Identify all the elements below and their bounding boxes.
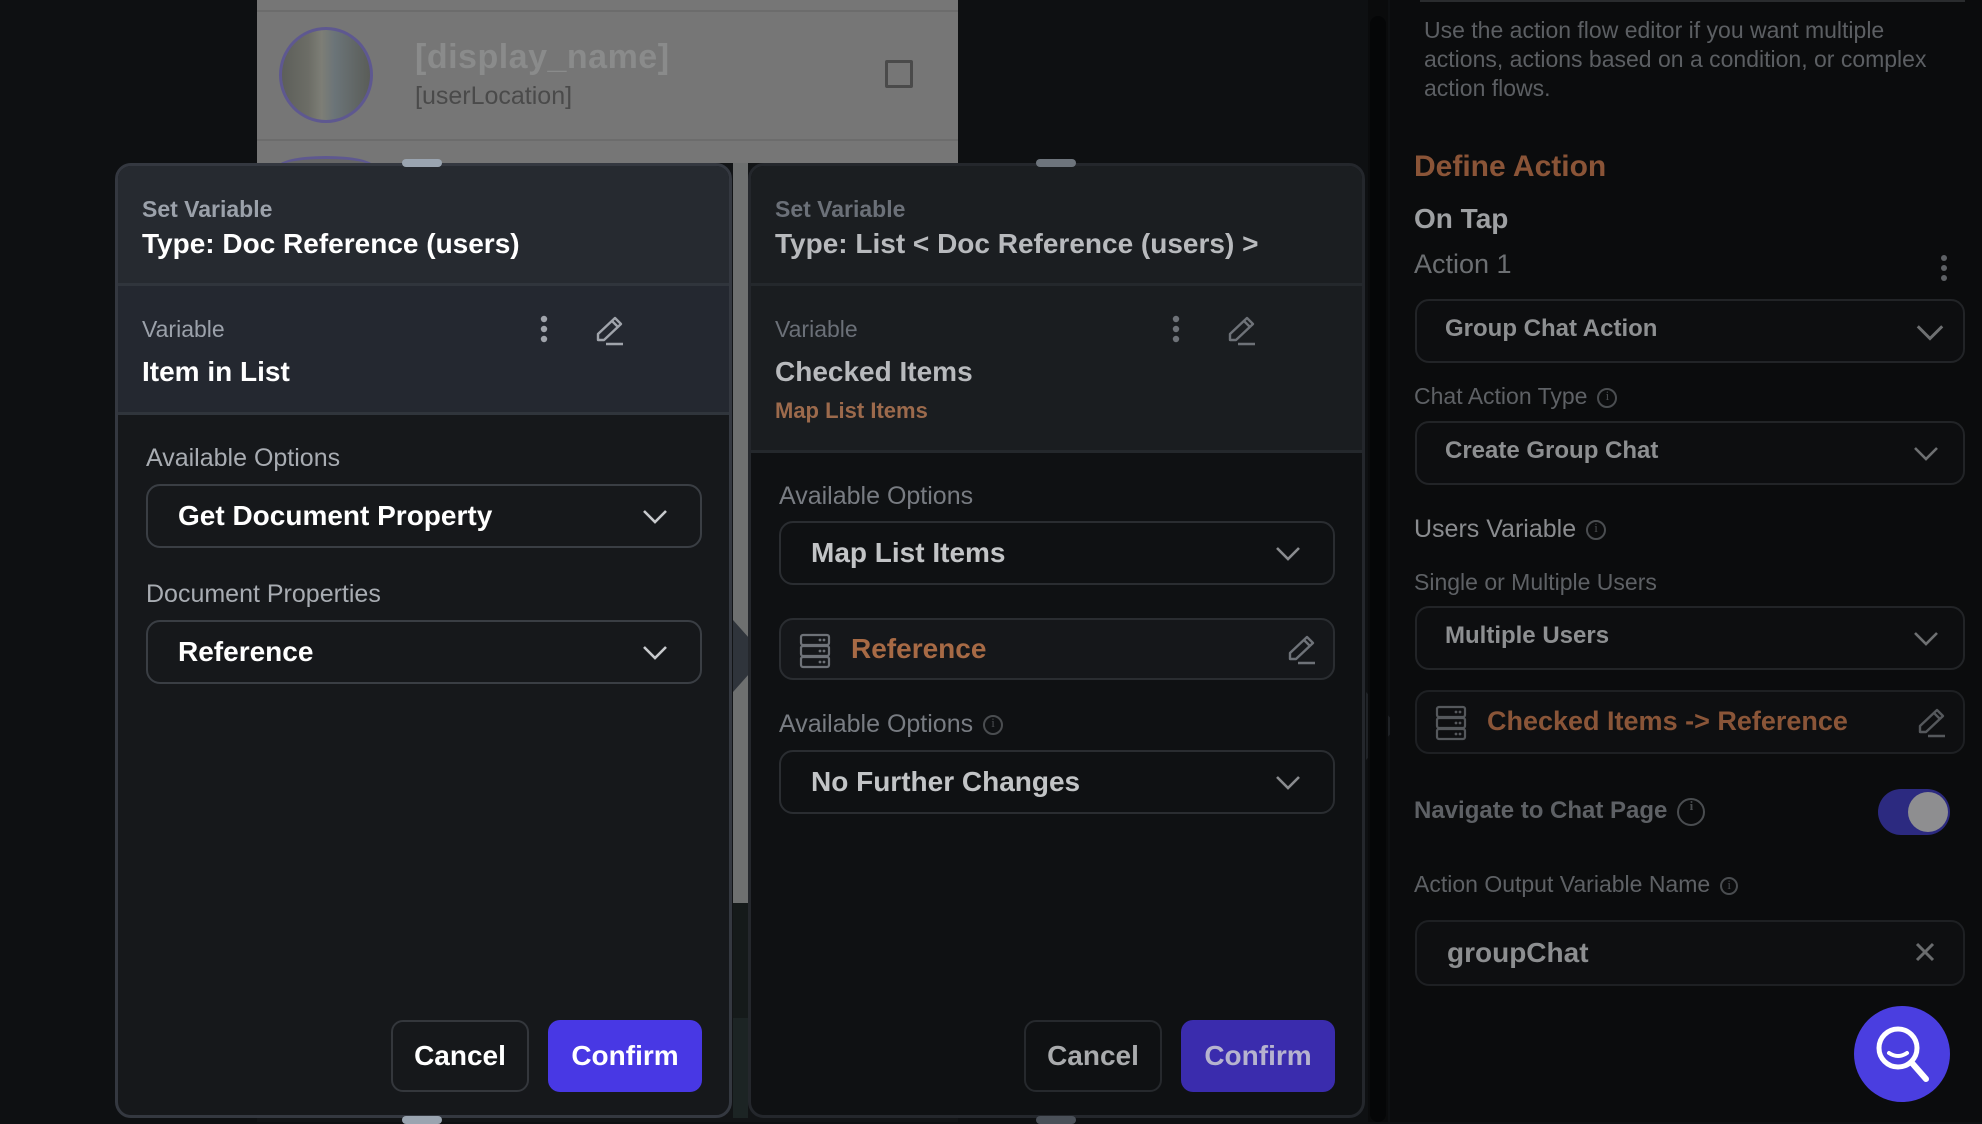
dropdown-value: Multiple Users	[1445, 622, 1610, 649]
mapped-field-reference[interactable]: Reference	[779, 618, 1335, 680]
further-changes-dropdown[interactable]: No Further Changes	[779, 750, 1335, 814]
single-multiple-label: Single or Multiple Users	[1414, 569, 1657, 595]
label-text: Navigate to Chat Page	[1414, 797, 1668, 824]
chevron-down-icon	[1916, 325, 1944, 341]
search-icon	[1876, 1026, 1929, 1082]
output-variable-input[interactable]: groupChat	[1415, 920, 1965, 986]
search-fab-button[interactable]	[1854, 1006, 1950, 1102]
navigate-to-chat-toggle[interactable]	[1878, 789, 1950, 835]
available-options-label-2: Available Options	[779, 710, 1004, 739]
users-variable-value: Checked Items -> Reference	[1487, 706, 1848, 736]
info-icon[interactable]	[1720, 876, 1739, 895]
display-name: [display_name]	[415, 38, 670, 76]
input-value: groupChat	[1447, 937, 1589, 968]
preview-edge	[733, 163, 748, 903]
modal-header: Set Variable Type: List < Doc Reference …	[751, 166, 1362, 286]
available-options-label: Available Options	[779, 482, 974, 510]
info-icon[interactable]	[1586, 520, 1607, 541]
list-divider	[257, 139, 958, 141]
variable-section: Variable Checked Items Map List Items	[751, 286, 1362, 453]
cancel-button[interactable]: Cancel	[1024, 1020, 1162, 1092]
variable-label: Variable	[142, 316, 225, 342]
chevron-down-icon	[1276, 776, 1300, 790]
list-divider	[257, 10, 958, 12]
dropdown-value: No Further Changes	[811, 766, 1081, 797]
variable-label: Variable	[775, 316, 858, 342]
dropdown-value: Create Group Chat	[1445, 437, 1659, 464]
variable-section: Variable Item in List	[118, 286, 729, 415]
chevron-down-icon	[1914, 632, 1938, 646]
preview-edge	[733, 1018, 748, 1118]
user-avatar	[279, 27, 373, 123]
action-label: Action 1	[1414, 249, 1512, 279]
dropdown-value: Reference	[178, 636, 314, 667]
chevron-down-icon	[1276, 547, 1300, 561]
drag-handle[interactable]	[402, 159, 442, 167]
modal-type: Type: List < Doc Reference (users) >	[775, 228, 1259, 259]
modal-kicker: Set Variable	[142, 196, 273, 222]
more-vert-icon[interactable]	[1169, 314, 1183, 348]
confirm-button[interactable]: Confirm	[1181, 1020, 1335, 1092]
more-vert-icon[interactable]	[537, 314, 551, 348]
output-variable-label: Action Output Variable Name	[1414, 871, 1739, 898]
modal-kicker: Set Variable	[775, 196, 906, 222]
chevron-down-icon	[1914, 447, 1938, 461]
variable-name: Item in List	[142, 356, 290, 387]
database-icon	[1435, 705, 1467, 741]
clear-icon[interactable]	[1913, 940, 1937, 964]
variable-name: Checked Items	[775, 356, 973, 387]
label-text: Available Options	[779, 710, 974, 738]
label-text: Chat Action Type	[1414, 383, 1588, 409]
variable-sub-label: Map List Items	[775, 398, 928, 423]
users-variable-field[interactable]: Checked Items -> Reference	[1415, 690, 1965, 754]
chat-action-type-dropdown[interactable]: Create Group Chat	[1415, 421, 1965, 485]
toggle-knob	[1908, 792, 1948, 832]
trigger-label: On Tap	[1414, 203, 1509, 234]
available-options-label: Available Options	[146, 444, 341, 472]
edit-pencil-icon[interactable]	[1225, 314, 1259, 348]
edit-pencil-icon[interactable]	[593, 314, 627, 348]
document-properties-dropdown[interactable]: Reference	[146, 620, 702, 684]
set-variable-modal-checked-items: Set Variable Type: List < Doc Reference …	[748, 163, 1365, 1118]
edit-pencil-icon[interactable]	[1915, 706, 1949, 740]
drag-handle[interactable]	[402, 1116, 442, 1124]
dropdown-value: Group Chat Action	[1445, 315, 1658, 342]
info-icon[interactable]	[983, 715, 1004, 736]
modal-header: Set Variable Type: Doc Reference (users)	[118, 166, 729, 286]
confirm-button[interactable]: Confirm	[548, 1020, 702, 1092]
define-action-title: Define Action	[1414, 150, 1607, 183]
document-properties-label: Document Properties	[146, 580, 381, 608]
chevron-down-icon	[643, 646, 667, 660]
database-icon	[799, 633, 831, 669]
navigate-to-chat-label: Navigate to Chat Page	[1414, 797, 1706, 826]
dropdown-value: Get Document Property	[178, 500, 493, 531]
drag-handle[interactable]	[1036, 159, 1076, 167]
single-multiple-dropdown[interactable]: Multiple Users	[1415, 606, 1965, 670]
mapped-field-text: Reference	[851, 633, 987, 664]
edit-pencil-icon[interactable]	[1285, 633, 1319, 667]
chat-action-type-label: Chat Action Type	[1414, 383, 1618, 410]
cancel-button[interactable]: Cancel	[391, 1020, 529, 1092]
label-text: Action Output Variable Name	[1414, 871, 1711, 897]
drag-handle[interactable]	[1036, 1116, 1076, 1124]
dropdown-value: Map List Items	[811, 537, 1006, 568]
users-variable-label: Users Variable	[1414, 515, 1607, 544]
available-options-dropdown[interactable]: Map List Items	[779, 521, 1335, 585]
list-item-checkbox[interactable]	[885, 60, 913, 88]
more-vert-icon[interactable]	[1938, 254, 1950, 282]
user-location: [userLocation]	[415, 82, 573, 110]
info-icon[interactable]	[1597, 387, 1618, 408]
label-text: Users Variable	[1414, 515, 1577, 543]
available-options-dropdown[interactable]: Get Document Property	[146, 484, 702, 548]
action-type-dropdown[interactable]: Group Chat Action	[1415, 299, 1965, 363]
chevron-down-icon	[643, 510, 667, 524]
set-variable-modal-item-in-list: Set Variable Type: Doc Reference (users)…	[115, 163, 732, 1118]
info-icon[interactable]	[1677, 797, 1706, 826]
preview-edge	[733, 903, 748, 1018]
modal-type: Type: Doc Reference (users)	[142, 228, 520, 259]
scrollbar-track[interactable]	[1370, 16, 1386, 1122]
action-flow-description: Use the action flow editor if you want m…	[1424, 17, 1927, 101]
divider	[1420, 0, 1965, 2]
